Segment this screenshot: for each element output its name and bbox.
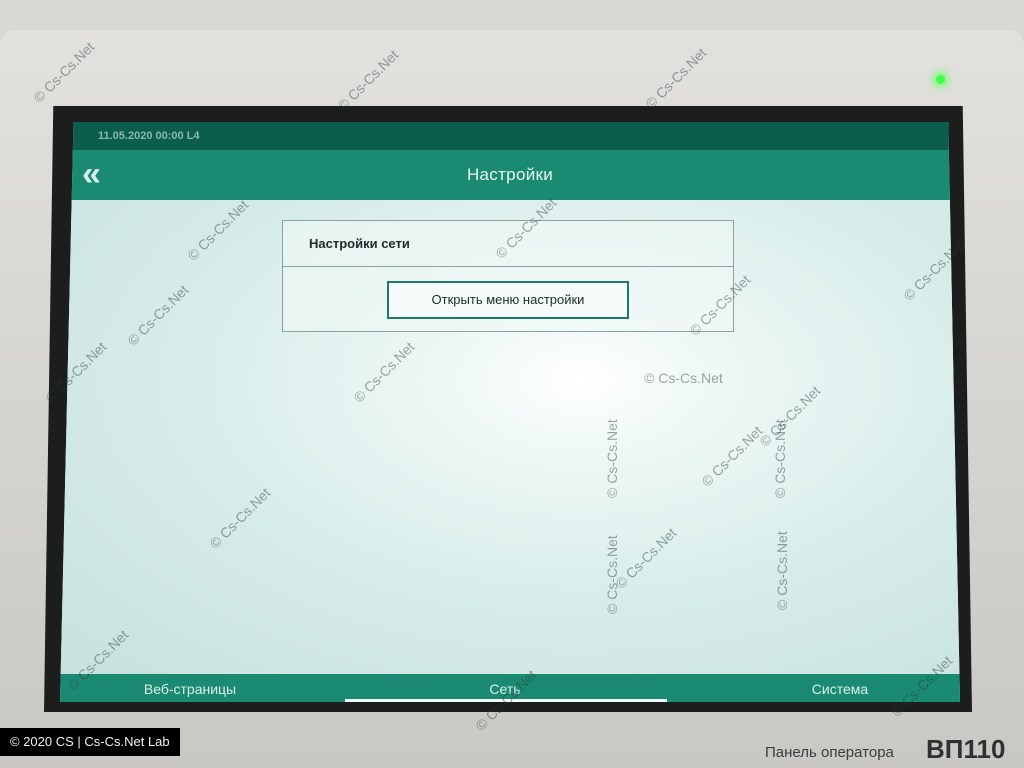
watermark: © Cs-Cs.Net	[644, 370, 723, 386]
app-header: « Настройки	[60, 150, 960, 200]
device-brand-label: Панель оператора	[765, 744, 894, 761]
touch-screen: 11.05.2020 00:00 L4 « Настройки Настройк…	[60, 122, 960, 702]
tab-system[interactable]: Система	[760, 674, 920, 702]
watermark: © Cs-Cs.Net	[604, 419, 620, 498]
open-settings-menu-button[interactable]: Открыть меню настройки	[387, 281, 629, 319]
page-title: Настройки	[466, 165, 554, 184]
watermark: © Cs-Cs.Net	[604, 535, 620, 614]
main-content: Настройки сети Открыть меню настройки	[60, 200, 960, 674]
tab-web-pages[interactable]: Веб-страницы	[100, 674, 280, 702]
copyright-badge: © 2020 CS | Cs-Cs.Net Lab	[0, 728, 180, 756]
power-led	[936, 75, 945, 84]
device-model-label: ВП110	[926, 734, 1006, 764]
watermark: © Cs-Cs.Net	[774, 531, 790, 610]
status-bar: 11.05.2020 00:00 L4	[60, 122, 960, 150]
watermark: © Cs-Cs.Net	[772, 419, 788, 498]
